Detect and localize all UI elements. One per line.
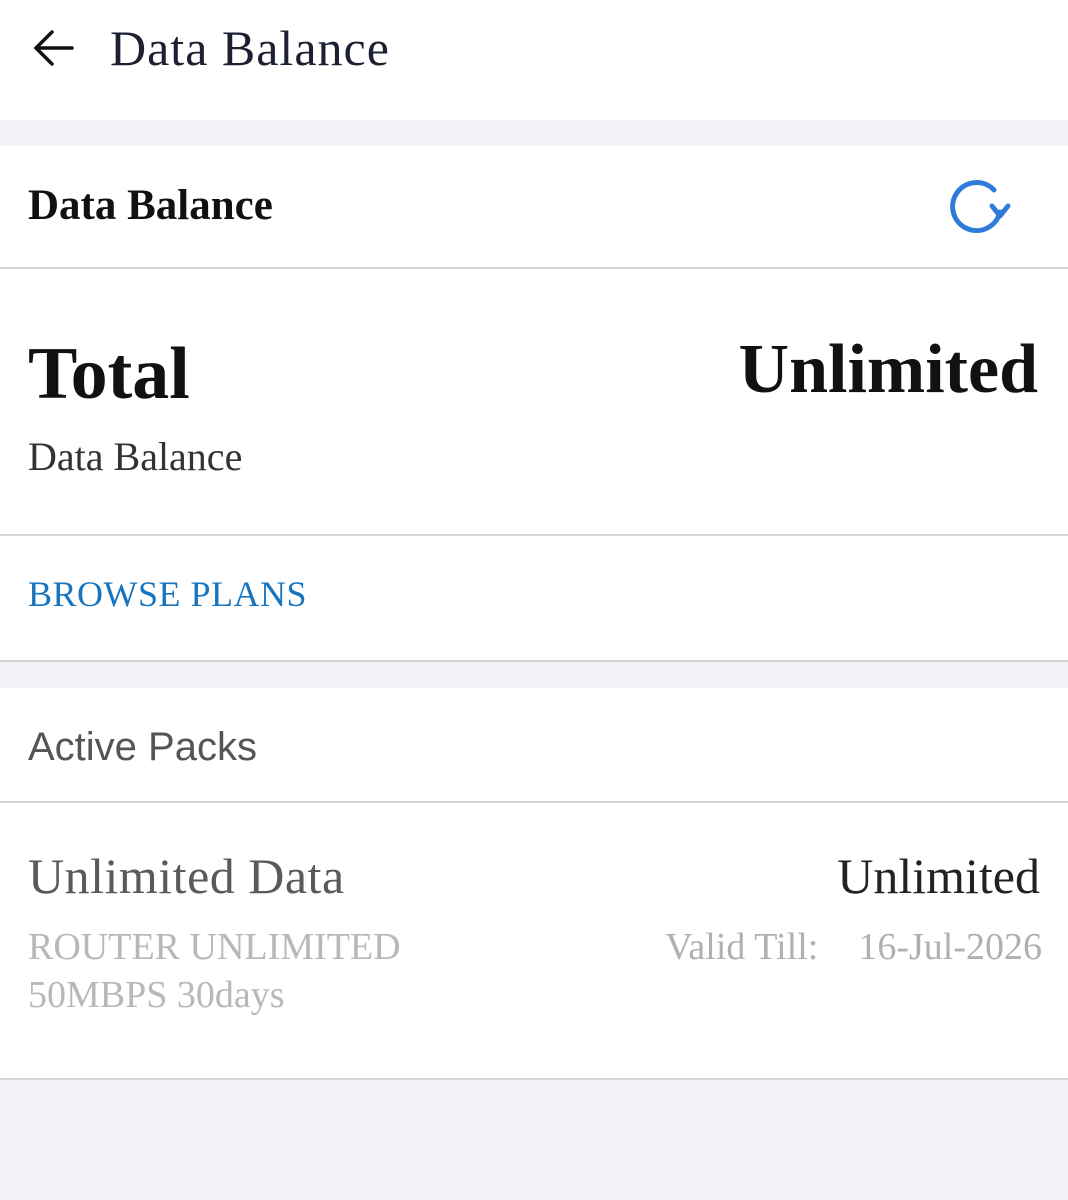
browse-plans-link[interactable]: BROWSE PLANS: [28, 570, 307, 618]
list-item[interactable]: Unlimited Data Unlimited ROUTER UNLIMITE…: [0, 803, 1068, 1080]
active-packs-card: Active Packs Unlimited Data Unlimited RO…: [0, 688, 1068, 1080]
arrow-left-icon[interactable]: [30, 28, 76, 68]
active-packs-header: Active Packs: [0, 688, 1068, 803]
balance-section-title: Data Balance: [28, 182, 273, 229]
total-balance-row: Total Unlimited Data Balance: [0, 269, 1068, 536]
app-header: Data Balance: [0, 0, 1068, 120]
valid-till-date: 16-Jul-2026: [858, 926, 1042, 968]
pack-amount: Unlimited: [837, 848, 1040, 904]
page-title: Data Balance: [110, 20, 390, 76]
refresh-icon[interactable]: [942, 176, 1012, 238]
pack-validity: Valid Till: 16-Jul-2026: [665, 923, 1042, 971]
total-value: Unlimited: [738, 331, 1038, 408]
pack-name: Unlimited Data: [28, 848, 345, 904]
browse-plans-row: BROWSE PLANS: [0, 536, 1068, 662]
total-sublabel: Data Balance: [28, 434, 243, 479]
active-packs-title: Active Packs: [28, 725, 257, 769]
data-balance-screen: Data Balance Data Balance Total Unlimite…: [0, 0, 1068, 1200]
valid-till-label: Valid Till:: [665, 926, 819, 968]
pack-description: ROUTER UNLIMITED 50MBPS 30days: [28, 926, 401, 1016]
total-label: Total: [28, 333, 190, 415]
balance-section-header: Data Balance: [0, 146, 1068, 269]
balance-card: Data Balance Total Unlimited Data Balanc…: [0, 146, 1068, 662]
